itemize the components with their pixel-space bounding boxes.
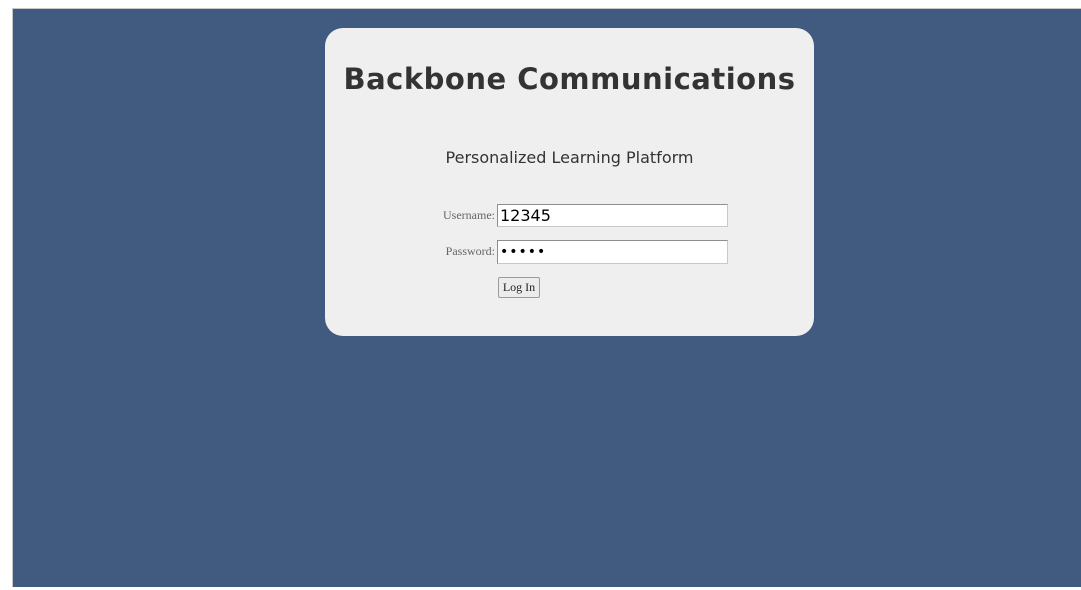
username-input[interactable] xyxy=(497,204,728,227)
username-label: Username: xyxy=(443,208,495,222)
login-button[interactable]: Log In xyxy=(498,277,540,298)
password-input[interactable] xyxy=(497,240,728,264)
brand-title: Backbone Communications xyxy=(343,62,796,96)
password-label: Password: xyxy=(445,244,495,258)
page-background: Backbone Communications Personalized Lea… xyxy=(12,8,1081,587)
brand-subtitle: Personalized Learning Platform xyxy=(445,148,694,167)
login-card: Backbone Communications Personalized Lea… xyxy=(325,28,814,336)
